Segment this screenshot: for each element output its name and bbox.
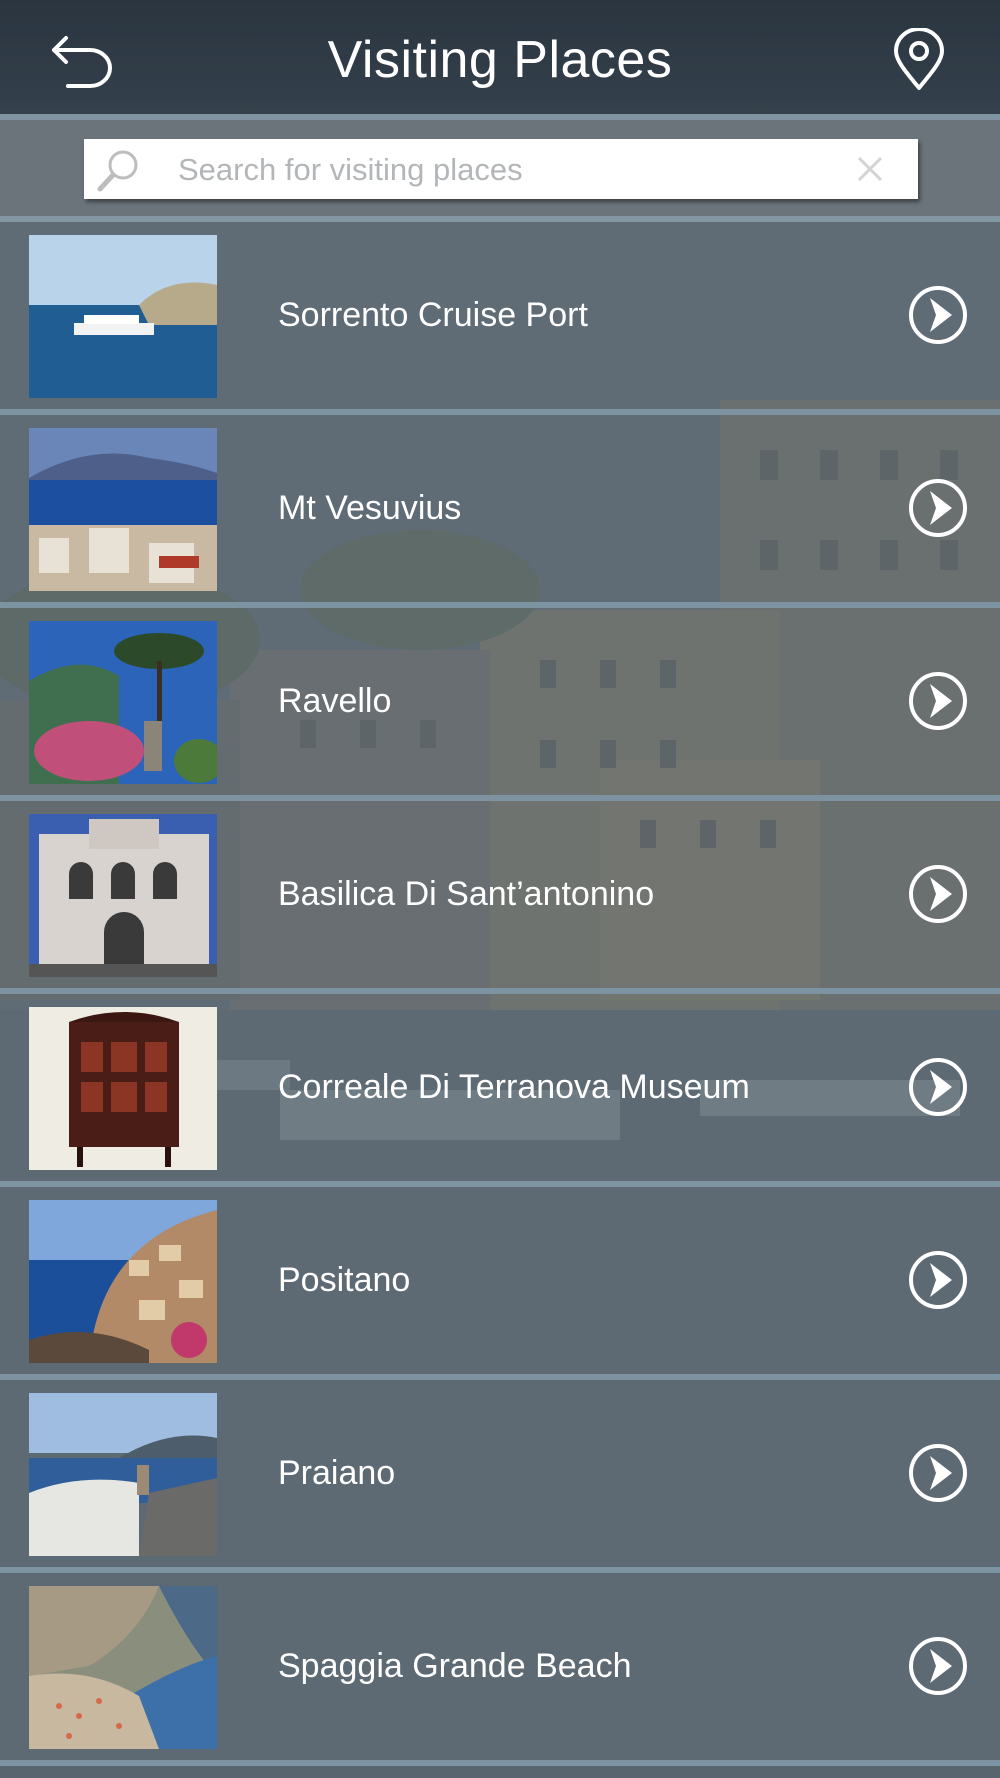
chevron-right-icon[interactable] [908, 864, 968, 924]
place-name: Spaggia Grande Beach [278, 1647, 632, 1685]
chevron-right-icon[interactable] [908, 1636, 968, 1696]
list-item[interactable]: Correale Di Terranova Museum [0, 994, 1000, 1187]
vesuvius-thumbnail [29, 428, 217, 591]
positano-thumbnail [29, 1200, 217, 1363]
chevron-right-icon[interactable] [908, 1057, 968, 1117]
search-divider [0, 216, 1000, 222]
praiano-thumbnail [29, 1393, 217, 1556]
place-name: Correale Di Terranova Museum [278, 1068, 750, 1106]
map-button[interactable] [890, 27, 948, 92]
search-icon [97, 150, 138, 192]
map-pin-icon [894, 27, 944, 90]
museum-thumbnail [29, 1007, 217, 1170]
place-name: Mt Vesuvius [278, 489, 462, 527]
chevron-right-icon[interactable] [908, 671, 968, 731]
chevron-right-icon[interactable] [908, 478, 968, 538]
list-item[interactable]: Sorrento Cruise Port [0, 222, 1000, 415]
search-bar [0, 120, 1000, 216]
list-item[interactable]: Praiano [0, 1380, 1000, 1573]
places-list: Sorrento Cruise Port Mt Vesuvius Ravello… [0, 222, 1000, 1766]
ravello-thumbnail [29, 621, 217, 784]
list-item[interactable]: Mt Vesuvius [0, 415, 1000, 608]
list-item[interactable]: Spaggia Grande Beach [0, 1573, 1000, 1766]
place-name: Sorrento Cruise Port [278, 296, 588, 334]
place-name: Positano [278, 1261, 411, 1299]
basilica-thumbnail [29, 814, 217, 977]
list-item[interactable]: Basilica Di Sant’antonino [0, 801, 1000, 994]
search-input[interactable] [176, 139, 820, 201]
chevron-right-icon[interactable] [908, 1443, 968, 1503]
clear-icon[interactable] [854, 153, 886, 185]
chevron-right-icon[interactable] [908, 285, 968, 345]
place-name: Praiano [278, 1454, 396, 1492]
page-title: Visiting Places [327, 31, 673, 89]
place-name: Ravello [278, 682, 392, 720]
place-name: Basilica Di Sant’antonino [278, 875, 655, 913]
search-box[interactable] [84, 139, 918, 201]
cruise-ship-thumbnail [29, 235, 217, 398]
chevron-right-icon[interactable] [908, 1250, 968, 1310]
beach-thumbnail [29, 1586, 217, 1749]
list-item[interactable]: Ravello [0, 608, 1000, 801]
list-item[interactable]: Positano [0, 1187, 1000, 1380]
top-bar: Visiting Places [0, 0, 1000, 114]
